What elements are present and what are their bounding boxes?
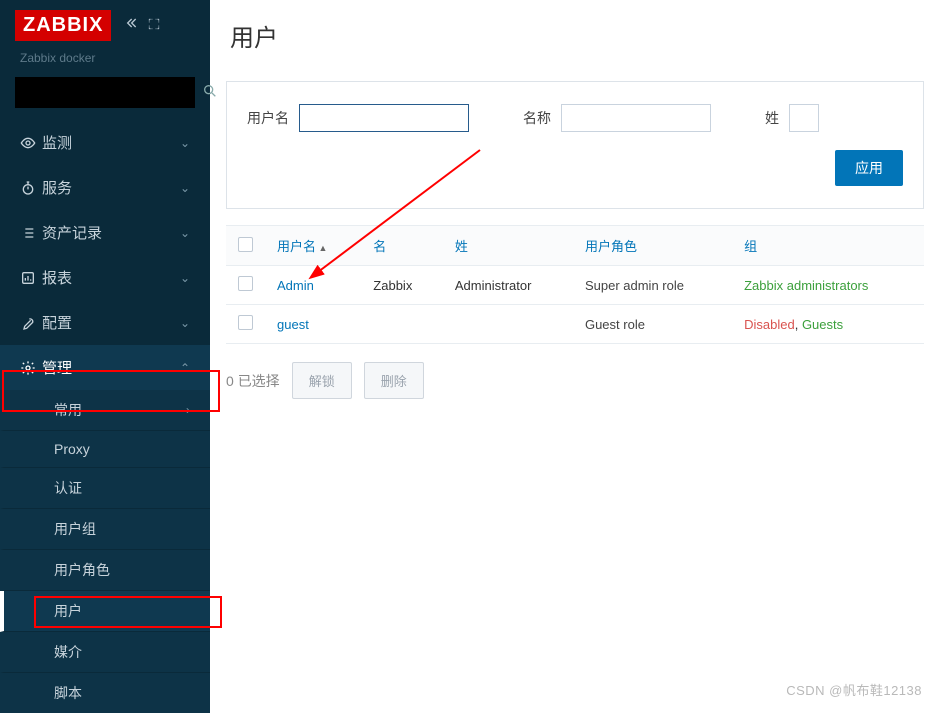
group-link[interactable]: , — [795, 317, 802, 332]
cell-name — [361, 305, 443, 344]
nav-label: 报表 — [42, 267, 180, 288]
wrench-icon — [20, 315, 42, 331]
cell-name: Zabbix — [361, 266, 443, 305]
nav-monitoring[interactable]: 监测 ⌄ — [0, 120, 210, 165]
collapse-icon[interactable] — [123, 15, 139, 36]
filter-name-label: 名称 — [523, 108, 551, 128]
sub-media[interactable]: 媒介 — [0, 632, 210, 673]
cell-surname — [443, 305, 573, 344]
col-role[interactable]: 用户角色 — [573, 226, 732, 266]
filter-surname-label: 姓 — [765, 108, 779, 128]
sub-label: Proxy — [54, 441, 90, 457]
col-group[interactable]: 组 — [732, 226, 924, 266]
sub-label: 认证 — [54, 478, 82, 498]
row-checkbox[interactable] — [238, 276, 253, 291]
table-row: guest Guest role Disabled, Guests — [226, 305, 924, 344]
chevron-down-icon: ⌄ — [180, 271, 190, 285]
chevron-down-icon: ⌄ — [180, 136, 190, 150]
eye-icon — [20, 135, 42, 151]
nav-label: 服务 — [42, 177, 180, 198]
selected-count: 0 已选择 — [226, 371, 280, 391]
cell-groups: Zabbix administrators — [732, 266, 924, 305]
sub-user-roles[interactable]: 用户角色 — [0, 550, 210, 591]
chart-icon — [20, 270, 42, 286]
filter-name-input[interactable] — [561, 104, 711, 132]
subtitle: Zabbix docker — [0, 51, 210, 73]
sub-scripts[interactable]: 脚本 — [0, 673, 210, 713]
col-username[interactable]: 用户名 — [265, 226, 361, 266]
sub-users[interactable]: 用户 — [0, 591, 210, 632]
sub-label: 媒介 — [54, 642, 82, 662]
cell-role: Super admin role — [573, 266, 732, 305]
sub-label: 用户组 — [54, 519, 96, 539]
chevron-right-icon: › — [186, 403, 190, 417]
username-link[interactable]: Admin — [277, 278, 314, 293]
filter-username-input[interactable] — [299, 104, 469, 132]
list-icon — [20, 225, 42, 241]
watermark: CSDN @帆布鞋12138 — [786, 680, 922, 699]
page-title: 用户 — [210, 0, 940, 71]
gear-icon — [20, 360, 42, 376]
sub-proxy[interactable]: Proxy — [0, 431, 210, 468]
search-input[interactable] — [25, 85, 202, 100]
stopwatch-icon — [20, 180, 42, 196]
users-table: 用户名 名 姓 用户角色 组 Admin Zabbix Administrato… — [226, 225, 924, 344]
group-link[interactable]: Guests — [802, 317, 843, 332]
nav-services[interactable]: 服务 ⌄ — [0, 165, 210, 210]
filter-panel: 用户名 名称 姓 应用 — [226, 81, 924, 209]
nav-reports[interactable]: 报表 ⌄ — [0, 255, 210, 300]
sub-label: 脚本 — [54, 683, 82, 703]
cell-role: Guest role — [573, 305, 732, 344]
cell-groups: Disabled, Guests — [732, 305, 924, 344]
apply-button[interactable]: 应用 — [835, 150, 903, 186]
delete-button[interactable]: 删除 — [364, 362, 424, 399]
cell-surname: Administrator — [443, 266, 573, 305]
col-surname[interactable]: 姓 — [443, 226, 573, 266]
filter-surname-input[interactable] — [789, 104, 819, 132]
nav-label: 配置 — [42, 312, 180, 333]
chevron-down-icon: ⌄ — [180, 316, 190, 330]
group-link[interactable]: Disabled — [744, 317, 795, 332]
nav-label: 监测 — [42, 132, 180, 153]
group-link[interactable]: Zabbix administrators — [744, 278, 868, 293]
chevron-down-icon: ⌄ — [180, 226, 190, 240]
sub-auth[interactable]: 认证 — [0, 468, 210, 509]
nav-inventory[interactable]: 资产记录 ⌄ — [0, 210, 210, 255]
nav-label: 管理 — [42, 357, 180, 378]
nav-label: 资产记录 — [42, 222, 180, 243]
logo: ZABBIX — [15, 10, 111, 41]
nav-administration[interactable]: 管理 ⌃ — [0, 345, 210, 390]
sub-user-groups[interactable]: 用户组 — [0, 509, 210, 550]
sub-label: 常用 — [54, 400, 82, 420]
col-name[interactable]: 名 — [361, 226, 443, 266]
sub-label: 用户 — [54, 601, 82, 621]
sub-label: 用户角色 — [54, 560, 110, 580]
nav-configuration[interactable]: 配置 ⌄ — [0, 300, 210, 345]
filter-username-label: 用户名 — [247, 108, 289, 128]
unlock-button[interactable]: 解锁 — [292, 362, 352, 399]
chevron-up-icon: ⌃ — [180, 361, 190, 375]
chevron-down-icon: ⌄ — [180, 181, 190, 195]
username-link[interactable]: guest — [277, 317, 309, 332]
search-icon[interactable] — [202, 83, 218, 102]
fullscreen-icon[interactable] — [147, 17, 161, 34]
row-checkbox[interactable] — [238, 315, 253, 330]
select-all-checkbox[interactable] — [238, 237, 253, 252]
sub-general[interactable]: 常用 › — [0, 390, 210, 431]
search-box[interactable] — [15, 77, 195, 108]
table-row: Admin Zabbix Administrator Super admin r… — [226, 266, 924, 305]
